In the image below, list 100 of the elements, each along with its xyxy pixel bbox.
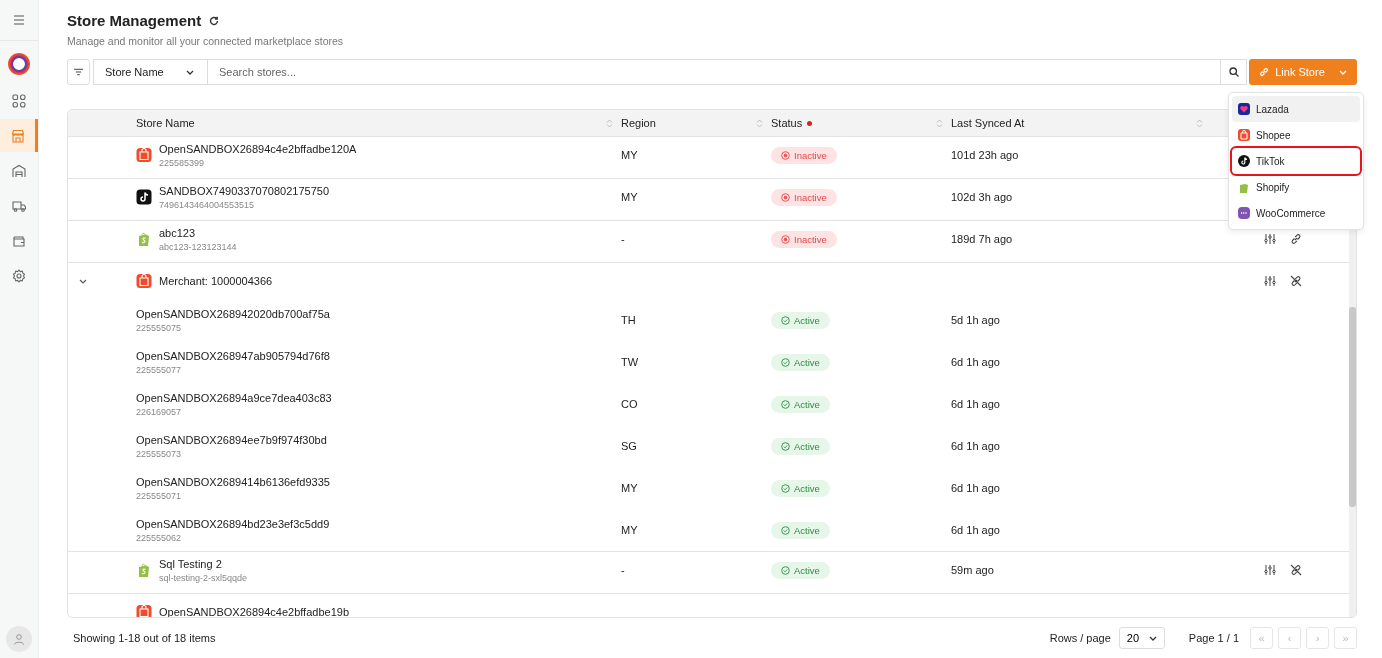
search-icon: [1228, 67, 1239, 77]
status-badge: Active: [771, 437, 830, 455]
page-title: Store Management: [67, 12, 202, 29]
region-cell: -: [621, 564, 625, 576]
region-cell: SG: [621, 440, 637, 452]
merchant-name[interactable]: Merchant: 1000004366: [159, 275, 273, 287]
last-synced-cell: 189d 7h ago: [951, 233, 1013, 245]
status-badge: Active: [771, 353, 830, 371]
status-badge: Active: [771, 561, 830, 579]
heart-icon: [1238, 103, 1250, 115]
menu-item[interactable]: Shopify: [1232, 174, 1360, 200]
store-id: 225555077: [136, 364, 183, 375]
filter-button[interactable]: [67, 59, 90, 85]
column-header[interactable]: Last Synced At: [951, 117, 1025, 129]
nav-item[interactable]: [0, 119, 38, 152]
store-name[interactable]: OpenSANDBOX268942020db700af75a: [136, 307, 621, 320]
shopping-bag-icon: [1238, 181, 1250, 193]
last-synced-cell: 6d 1h ago: [951, 524, 1000, 536]
region-cell: TW: [621, 356, 639, 368]
caret-icon: [1148, 635, 1157, 641]
store-id: 225585399: [159, 157, 206, 168]
logo-icon: [8, 53, 30, 75]
menu-button[interactable]: [11, 13, 27, 27]
link-icon[interactable]: [1290, 233, 1302, 245]
column-header[interactable]: Region: [621, 117, 656, 129]
menu-item[interactable]: Shopee: [1232, 122, 1360, 148]
chevron-icon[interactable]: [79, 278, 87, 284]
sliders-icon[interactable]: [1264, 275, 1276, 287]
store-name[interactable]: OpenSANDBOX26894bd23e3ef3c5dd9: [136, 517, 621, 530]
shopping-bag-icon: [136, 147, 152, 163]
caret-icon: [1338, 69, 1347, 75]
last-synced-cell: 6d 1h ago: [951, 356, 1000, 368]
settings-icon[interactable]: [12, 268, 26, 283]
shopping-bag-icon: [1238, 129, 1250, 141]
region-cell: CO: [621, 398, 638, 410]
region-cell: MY: [621, 191, 638, 203]
rows-per-page-label: Rows / page: [1049, 632, 1111, 644]
sliders-icon[interactable]: [1264, 564, 1276, 576]
store-id: 225555071: [136, 490, 183, 501]
store-id: 226169057: [136, 406, 183, 417]
last-synced-cell: 6d 1h ago: [951, 482, 1000, 494]
grid-icon[interactable]: [12, 93, 26, 108]
shopping-bag-icon: [136, 562, 152, 578]
store-name[interactable]: abc123: [159, 226, 237, 239]
warehouse-icon[interactable]: [12, 163, 26, 178]
menu-item[interactable]: WooCommerce: [1232, 200, 1360, 226]
shopping-bag-icon: [136, 273, 152, 289]
last-synced-cell: 101d 23h ago: [951, 149, 1019, 161]
caret-icon: [186, 69, 194, 75]
dots-icon: [1238, 207, 1250, 219]
store-id: 225555062: [136, 532, 183, 543]
store-id: 225555075: [136, 322, 183, 333]
column-header[interactable]: Status: [771, 117, 803, 129]
search-field[interactable]: Search stores...: [208, 59, 1221, 85]
scrollbar-thumb[interactable]: [1349, 307, 1356, 507]
shopping-bag-icon: [136, 231, 152, 247]
page-indicator: Page 1 / 1: [1188, 632, 1239, 644]
status-badge: Active: [771, 395, 830, 413]
status-badge: Inactive: [771, 188, 837, 206]
link-icon: [1259, 67, 1270, 77]
field-select[interactable]: Store Name: [93, 59, 208, 85]
region-cell: MY: [621, 482, 638, 494]
region-cell: TH: [621, 314, 636, 326]
menu-item[interactable]: TikTok: [1232, 148, 1360, 174]
store-name[interactable]: SANDBOX7490337070802175750: [159, 184, 330, 197]
store-id: sql-testing-2-sxl5qqde: [159, 572, 248, 583]
last-synced-cell: 5d 1h ago: [951, 314, 1000, 326]
music-note-icon: [1238, 155, 1250, 167]
menu-item[interactable]: Lazada: [1232, 96, 1360, 122]
search-button[interactable]: [1221, 59, 1247, 85]
store-id: 7496143464004553515: [159, 199, 256, 210]
store-name[interactable]: Sql Testing 2: [159, 557, 248, 570]
status-badge: Active: [771, 521, 830, 539]
sliders-icon[interactable]: [1264, 233, 1276, 245]
store-icon[interactable]: [10, 128, 25, 143]
store-name[interactable]: OpenSANDBOX2689414b6136efd9335: [136, 475, 621, 488]
status-badge: Inactive: [771, 230, 837, 248]
column-header[interactable]: Store Name: [136, 117, 195, 129]
last-synced-cell: 6d 1h ago: [951, 440, 1000, 452]
filter-dot-icon: [807, 120, 813, 126]
store-name[interactable]: OpenSANDBOX26894c4e2bffadbe120A: [159, 142, 357, 155]
last-synced-cell: 102d 3h ago: [951, 191, 1013, 203]
store-name[interactable]: OpenSANDBOX26894ee7b9f974f30bd: [136, 433, 621, 446]
store-name[interactable]: OpenSANDBOX26894a9ce7dea403c83: [136, 391, 621, 404]
rows-per-page-select[interactable]: 20: [1118, 627, 1165, 649]
shopping-bag-icon: [136, 604, 152, 617]
status-badge: Inactive: [771, 146, 837, 164]
store-id: 225555073: [136, 448, 183, 459]
wallet-icon[interactable]: [12, 233, 26, 248]
truck-icon[interactable]: [12, 198, 26, 213]
refresh-icon[interactable]: [209, 15, 220, 26]
filter-icon: [74, 68, 83, 76]
region-cell: -: [621, 233, 625, 245]
music-note-icon: [136, 189, 152, 205]
store-id: abc123-123123144: [159, 241, 237, 252]
unlink-icon[interactable]: [1290, 564, 1302, 576]
unlink-icon[interactable]: [1290, 275, 1302, 287]
last-synced-cell: 59m ago: [951, 564, 994, 576]
store-name[interactable]: OpenSANDBOX268947ab905794d76f8: [136, 349, 621, 362]
region-cell: MY: [621, 524, 638, 536]
